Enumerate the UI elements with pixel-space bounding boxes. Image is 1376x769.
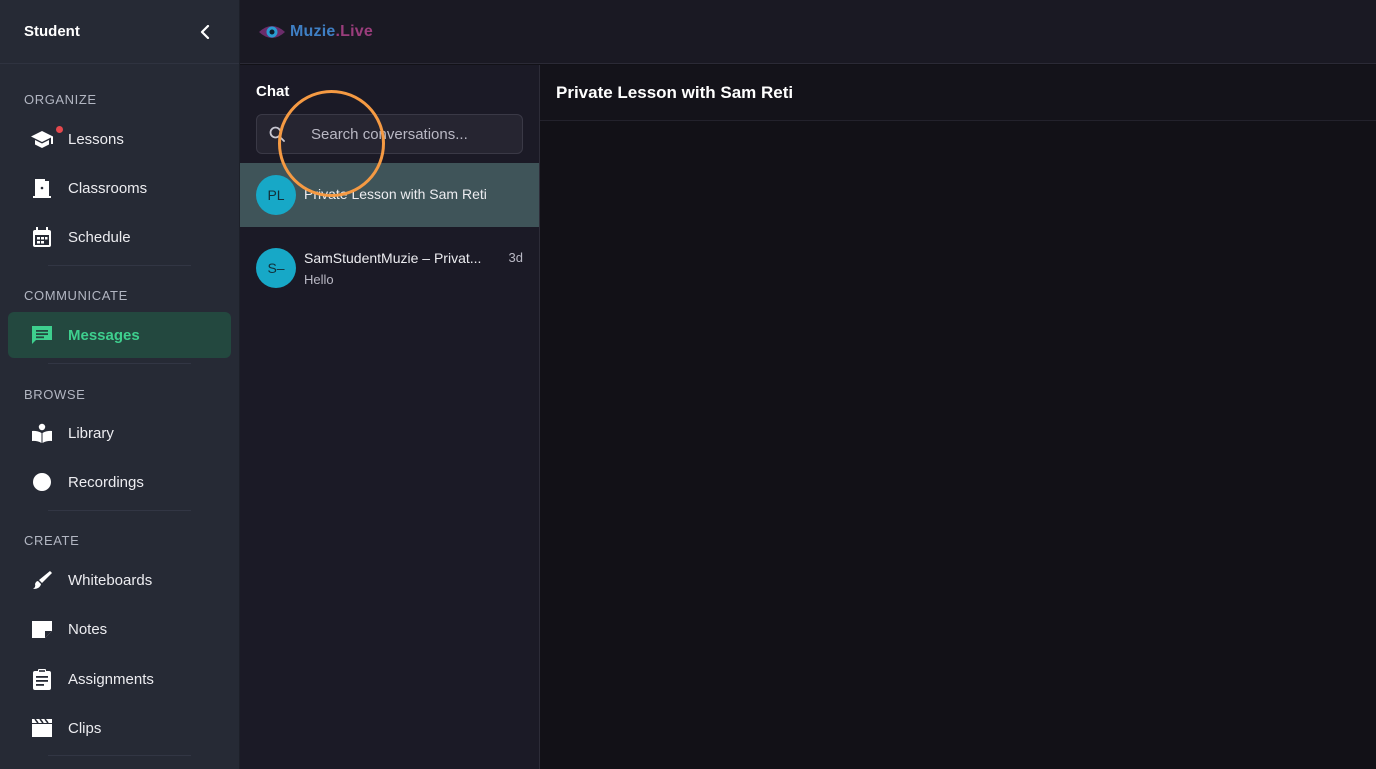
conversation-name: Private Lesson with Sam Reti	[304, 186, 487, 202]
section-label-browse: BROWSE	[24, 387, 86, 402]
search-icon	[269, 125, 287, 143]
reader-icon	[30, 421, 54, 445]
sidebar: Student ORGANIZE Lessons Classrooms Sche…	[0, 0, 240, 769]
top-bar: Muzie.Live	[240, 0, 1376, 64]
conversation-item[interactable]: S– SamStudentMuzie – Privat... Hello 3d	[240, 236, 539, 300]
chat-header-title: Private Lesson with Sam Reti	[556, 82, 794, 102]
sidebar-item-recordings[interactable]: Recordings	[8, 459, 231, 505]
section-label-create: CREATE	[24, 533, 80, 548]
calendar-icon	[30, 225, 54, 249]
brush-icon	[30, 568, 54, 592]
avatar: S–	[256, 248, 296, 288]
sidebar-item-label: Notes	[68, 620, 108, 638]
chat-header: Private Lesson with Sam Reti	[540, 65, 1376, 121]
sidebar-item-label: Lessons	[68, 130, 124, 148]
divider	[48, 755, 191, 756]
app-root: Student ORGANIZE Lessons Classrooms Sche…	[0, 0, 1376, 769]
section-label-communicate: COMMUNICATE	[24, 288, 128, 303]
sidebar-item-lessons[interactable]: Lessons	[8, 116, 231, 162]
sidebar-item-label: Messages	[68, 326, 140, 344]
sidebar-item-whiteboards[interactable]: Whiteboards	[8, 557, 231, 603]
sidebar-item-messages[interactable]: Messages	[8, 312, 231, 358]
sidebar-item-label: Recordings	[68, 473, 144, 491]
logo-text: Muzie.Live	[290, 22, 373, 40]
chevron-left-icon	[200, 24, 210, 39]
chat-list-panel: Chat PL Private Lesson with Sam Reti S– …	[240, 65, 540, 769]
search-input[interactable]	[311, 125, 511, 143]
message-area[interactable]	[540, 121, 1376, 768]
conversation-body: SamStudentMuzie – Privat... Hello 3d	[304, 248, 539, 288]
section-label-organize: ORGANIZE	[24, 92, 97, 107]
avatar: PL	[256, 175, 296, 215]
message-icon	[30, 323, 54, 347]
collapse-sidebar-button[interactable]	[195, 22, 215, 42]
sidebar-item-classrooms[interactable]: Classrooms	[8, 165, 231, 211]
sidebar-item-clips[interactable]: Clips	[8, 705, 231, 751]
notification-dot	[56, 126, 63, 133]
sidebar-header: Student	[0, 0, 239, 64]
sidebar-item-label: Assignments	[68, 670, 154, 688]
brand-logo[interactable]: Muzie.Live	[258, 23, 373, 41]
graduation-cap-icon	[30, 127, 54, 151]
sidebar-item-schedule[interactable]: Schedule	[8, 214, 231, 260]
sidebar-item-label: Whiteboards	[68, 571, 153, 589]
record-dot-icon	[30, 470, 54, 494]
sidebar-item-label: Clips	[68, 719, 102, 737]
eye-logo-icon	[259, 25, 285, 38]
sidebar-item-library[interactable]: Library	[8, 410, 231, 456]
sidebar-item-label: Schedule	[68, 228, 131, 246]
conversation-preview: Hello	[304, 272, 334, 287]
chat-main-panel: Private Lesson with Sam Reti	[540, 65, 1376, 769]
sidebar-item-assignments[interactable]: Assignments	[8, 656, 231, 702]
clipboard-icon	[30, 667, 54, 691]
note-icon	[30, 617, 54, 641]
sidebar-item-label: Library	[68, 424, 114, 442]
conversation-item[interactable]: PL Private Lesson with Sam Reti	[240, 163, 539, 227]
clapperboard-icon	[30, 716, 54, 740]
sidebar-title: Student	[24, 23, 80, 40]
search-box[interactable]	[256, 114, 523, 154]
conversation-time: 3d	[508, 250, 523, 265]
conversation-body: Private Lesson with Sam Reti	[304, 175, 539, 215]
door-icon	[30, 176, 54, 200]
chat-title: Chat	[256, 83, 290, 100]
sidebar-item-label: Classrooms	[68, 179, 148, 197]
sidebar-item-notes[interactable]: Notes	[8, 606, 231, 652]
conversation-name: SamStudentMuzie – Privat...	[304, 250, 482, 266]
